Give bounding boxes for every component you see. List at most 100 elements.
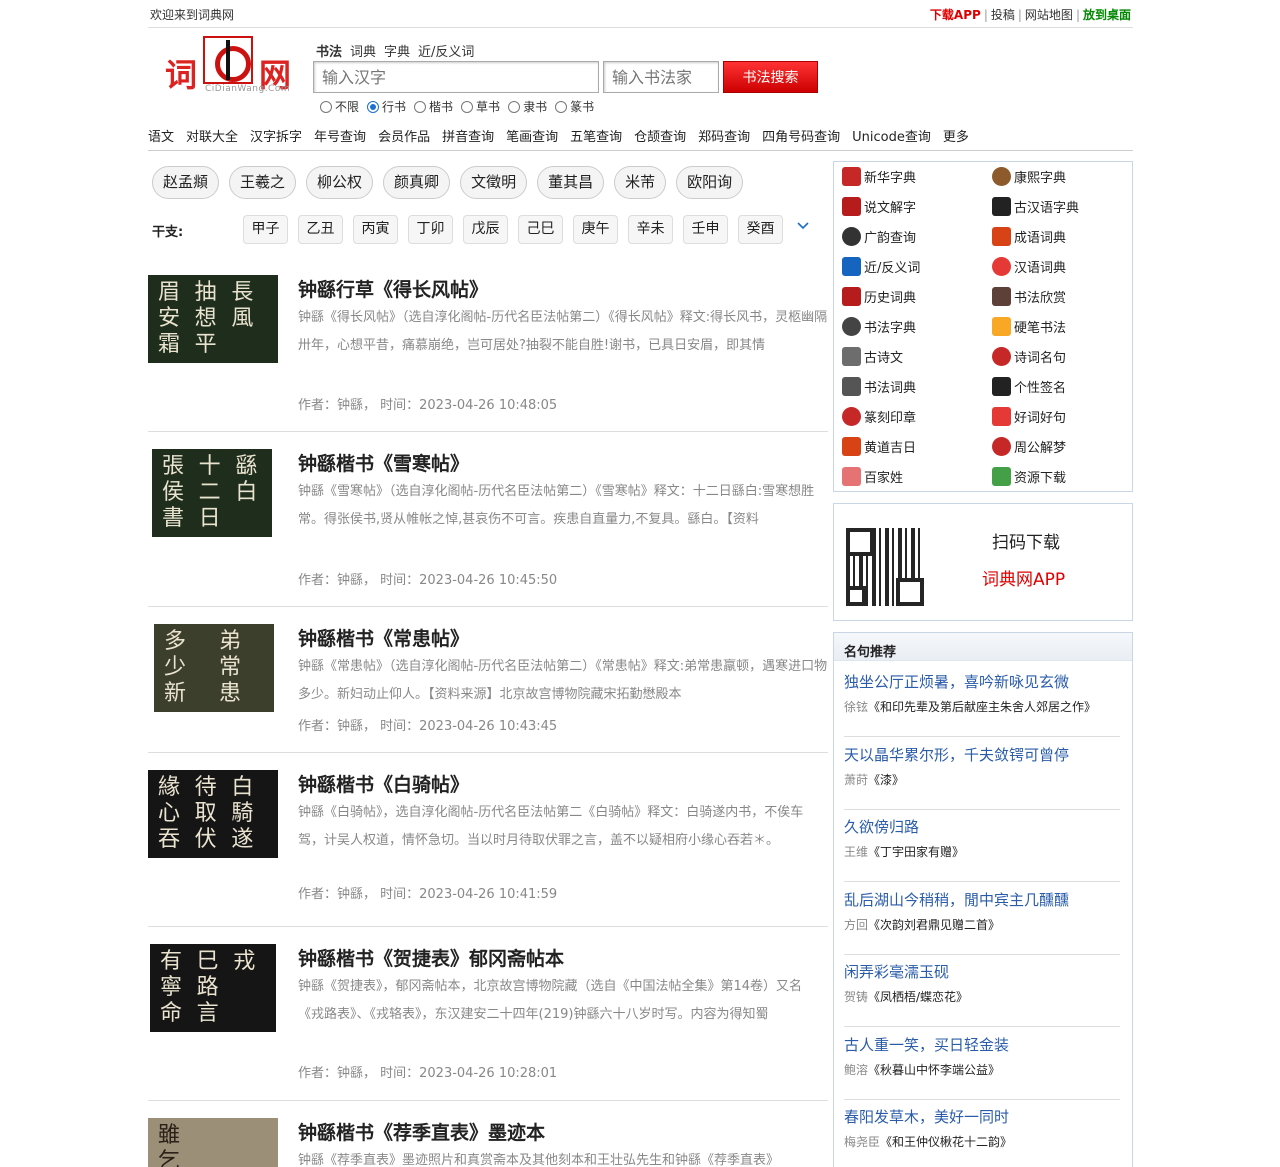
quote-author[interactable]: 梅尧臣 — [844, 1135, 880, 1149]
sidebar-link[interactable]: 书法欣赏 — [992, 286, 1132, 306]
radio-lishu[interactable]: 隶书 — [508, 98, 547, 115]
sidebar-link[interactable]: 成语词典 — [992, 226, 1132, 246]
submit-link[interactable]: 投稿 — [991, 8, 1015, 22]
sidebar-link[interactable]: 诗词名句 — [992, 346, 1132, 366]
nav-item[interactable]: 五笔查询 — [570, 130, 622, 145]
sidebar-link[interactable]: 说文解字 — [842, 196, 992, 216]
ganzhi-item[interactable]: 己巳 — [518, 215, 563, 244]
quote-source[interactable]: 《和王仲仪楸花十二韵》 — [880, 1135, 1012, 1149]
sidebar-link[interactable]: 书法词典 — [842, 376, 992, 396]
calligrapher-chip[interactable]: 欧阳询 — [676, 166, 744, 199]
ganzhi-item[interactable]: 甲子 — [243, 215, 288, 244]
sidebar-link[interactable]: 好词好句 — [992, 406, 1132, 426]
quote-text-link[interactable]: 古人重一笑，买日轻金装 — [844, 1034, 1009, 1055]
tab-cidian[interactable]: 词典 — [350, 45, 376, 60]
tab-zidian[interactable]: 字典 — [384, 45, 410, 60]
tab-synonym[interactable]: 近/反义词 — [418, 45, 474, 60]
quote-source[interactable]: 《次韵刘君鼎见赠二首》 — [868, 918, 1000, 932]
nav-item[interactable]: 汉字拆字 — [250, 130, 302, 145]
article-title[interactable]: 钟繇楷书《常患帖》 — [298, 624, 469, 651]
sidebar-link[interactable]: 周公解梦 — [992, 436, 1132, 456]
sidebar-link[interactable]: 黄道吉日 — [842, 436, 992, 456]
radio-xingshu[interactable]: 行书 — [367, 98, 406, 115]
sidebar-link[interactable]: 近/反义词 — [842, 256, 992, 276]
nav-item[interactable]: 对联大全 — [186, 130, 238, 145]
sidebar-link[interactable]: 汉语词典 — [992, 256, 1132, 276]
nav-item[interactable]: 更多 — [943, 130, 969, 145]
article-title[interactable]: 钟繇楷书《荐季直表》墨迹本 — [298, 1118, 545, 1145]
article-thumbnail[interactable]: 緣心吞 待取伏 白騎遂 — [148, 770, 278, 858]
ganzhi-item[interactable]: 癸酉 — [738, 215, 783, 244]
quote-author[interactable]: 鲍溶 — [844, 1063, 868, 1077]
sidebar-link[interactable]: 历史词典 — [842, 286, 992, 306]
calligrapher-chip[interactable]: 柳公权 — [306, 166, 374, 199]
calligrapher-input[interactable] — [603, 61, 719, 93]
quote-text-link[interactable]: 乱后湖山今稍稍，閒中宾主几醺醺 — [844, 889, 1069, 910]
nav-item[interactable]: 郑码查询 — [698, 130, 750, 145]
sidebar-link[interactable]: 古诗文 — [842, 346, 992, 366]
article-thumbnail[interactable]: 多少新 弟常患 — [154, 624, 274, 712]
download-app-link[interactable]: 下载APP — [930, 8, 981, 22]
article-thumbnail[interactable]: 眉安霜 抽想平 長風 — [148, 275, 278, 363]
ganzhi-item[interactable]: 丙寅 — [353, 215, 398, 244]
sidebar-link[interactable]: 硬笔书法 — [992, 316, 1132, 336]
radio-zhuanshu[interactable]: 篆书 — [555, 98, 594, 115]
add-to-desktop-link[interactable]: 放到桌面 — [1083, 8, 1131, 22]
ganzhi-item[interactable]: 壬申 — [683, 215, 728, 244]
quote-text-link[interactable]: 闲弄彩毫濡玉砚 — [844, 961, 949, 982]
sidebar-link[interactable]: 广韵查询 — [842, 226, 992, 246]
nav-item[interactable]: 仓颉查询 — [634, 130, 686, 145]
sidebar-link[interactable]: 个性签名 — [992, 376, 1132, 396]
ganzhi-item[interactable]: 乙丑 — [298, 215, 343, 244]
nav-item[interactable]: 拼音查询 — [442, 130, 494, 145]
quote-author[interactable]: 贺铸 — [844, 990, 868, 1004]
article-title[interactable]: 钟繇楷书《雪寒帖》 — [298, 449, 469, 476]
nav-item[interactable]: 会员作品 — [378, 130, 430, 145]
quote-author[interactable]: 方回 — [844, 918, 868, 932]
sidebar-link[interactable]: 篆刻印章 — [842, 406, 992, 426]
calligrapher-chip[interactable]: 董其昌 — [537, 166, 605, 199]
calligrapher-chip[interactable]: 文徵明 — [460, 166, 528, 199]
sidebar-link[interactable]: 新华字典 — [842, 166, 992, 186]
calligrapher-chip[interactable]: 王羲之 — [229, 166, 297, 199]
char-search-input[interactable] — [313, 61, 599, 93]
ganzhi-item[interactable]: 庚午 — [573, 215, 618, 244]
sitemap-link[interactable]: 网站地图 — [1025, 8, 1073, 22]
nav-item[interactable]: 语文 — [148, 130, 174, 145]
tab-shufa[interactable]: 书法 — [316, 45, 342, 60]
nav-item[interactable]: 四角号码查询 — [762, 130, 840, 145]
quote-text-link[interactable]: 久欲傍归路 — [844, 816, 919, 837]
nav-item[interactable]: 年号查询 — [314, 130, 366, 145]
ganzhi-item[interactable]: 丁卯 — [408, 215, 453, 244]
quote-source[interactable]: 《凤栖梧/蝶恋花》 — [868, 990, 968, 1004]
quote-author[interactable]: 王维 — [844, 845, 868, 859]
ganzhi-item[interactable]: 辛未 — [628, 215, 673, 244]
quote-source[interactable]: 《和印先辈及第后献座主朱舍人郊居之作》 — [868, 700, 1096, 714]
sidebar-link[interactable]: 资源下载 — [992, 466, 1132, 486]
article-thumbnail[interactable]: 張侯書 十二日 繇白 — [152, 449, 272, 537]
calligrapher-chip[interactable]: 赵孟頫 — [152, 166, 220, 199]
radio-kaishu[interactable]: 楷书 — [414, 98, 453, 115]
search-button[interactable]: 书法搜索 — [723, 61, 818, 93]
article-title[interactable]: 钟繇楷书《白骑帖》 — [298, 770, 469, 797]
site-logo[interactable]: 词 网 CiDianWang.Com — [165, 34, 295, 94]
app-name-link[interactable]: 词典网APP — [982, 565, 1065, 590]
ganzhi-item[interactable]: 戊辰 — [463, 215, 508, 244]
sidebar-link[interactable]: 古汉语字典 — [992, 196, 1132, 216]
quote-text-link[interactable]: 春阳发草木，美好一同时 — [844, 1106, 1009, 1127]
calligrapher-chip[interactable]: 颜真卿 — [383, 166, 451, 199]
quote-author[interactable]: 徐铉 — [844, 700, 868, 714]
quote-source[interactable]: 《漆》 — [868, 773, 904, 787]
quote-text-link[interactable]: 独坐公厅正烦暑，喜吟新咏见玄微 — [844, 671, 1069, 692]
nav-item[interactable]: Unicode查询 — [852, 130, 931, 145]
nav-item[interactable]: 笔画查询 — [506, 130, 558, 145]
article-thumbnail[interactable]: 有寧命 巳路言 戎 — [150, 944, 276, 1032]
radio-caoshu[interactable]: 草书 — [461, 98, 500, 115]
sidebar-link[interactable]: 百家姓 — [842, 466, 992, 486]
quote-source[interactable]: 《秋暮山中怀李端公益》 — [868, 1063, 1000, 1077]
sidebar-link[interactable]: 康熙字典 — [992, 166, 1132, 186]
article-title[interactable]: 钟繇行草《得长风帖》 — [298, 275, 488, 302]
radio-any[interactable]: 不限 — [320, 98, 359, 115]
calligrapher-chip[interactable]: 米芾 — [614, 166, 667, 199]
quote-text-link[interactable]: 天以晶华累尔形，千夫敛锷可曾停 — [844, 744, 1069, 765]
